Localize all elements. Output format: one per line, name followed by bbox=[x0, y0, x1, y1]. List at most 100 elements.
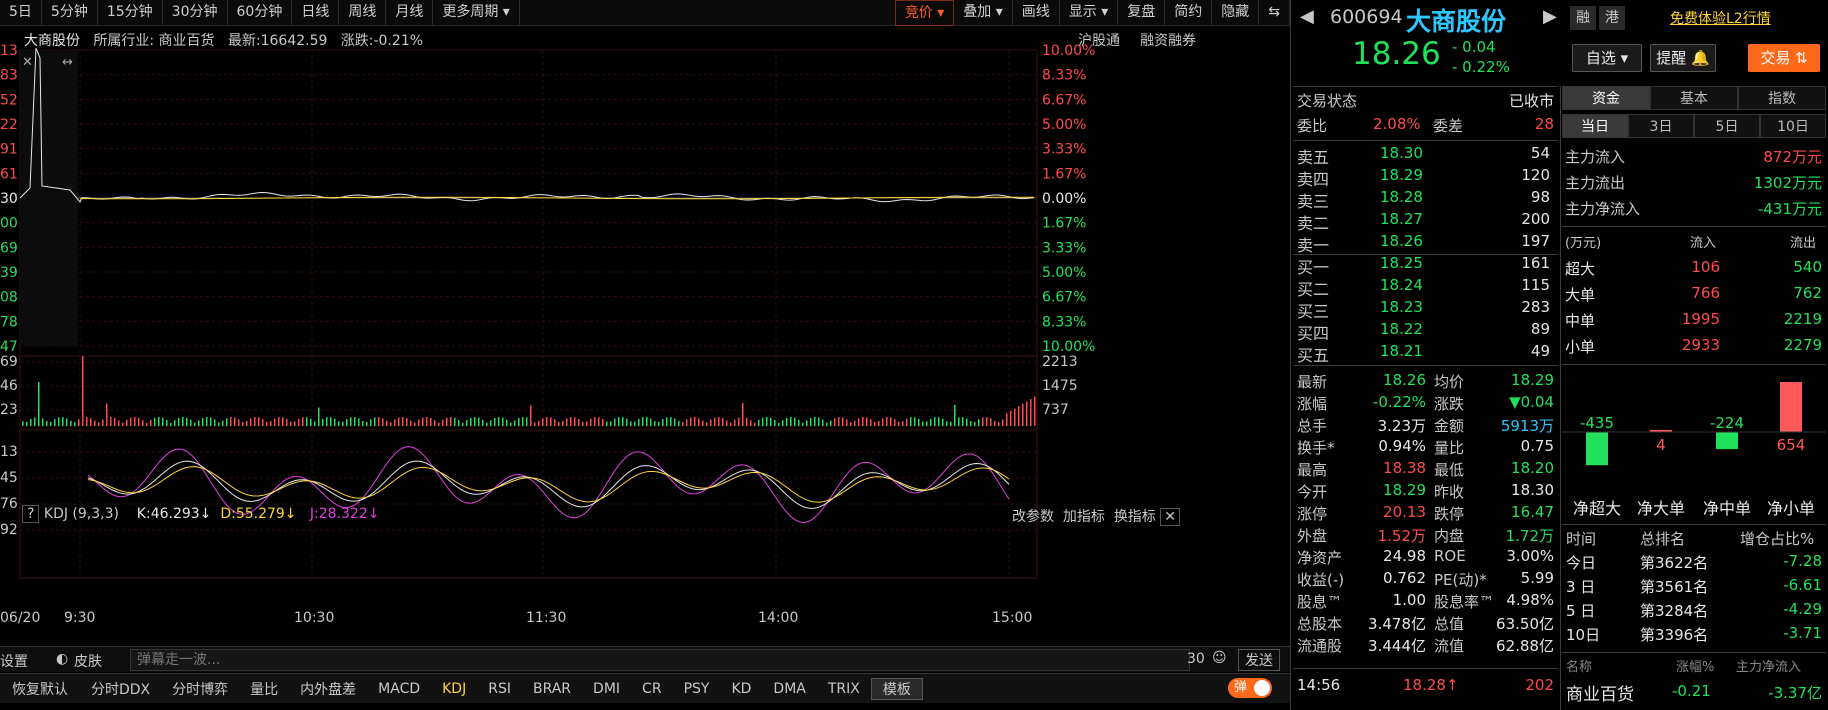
tab-index[interactable]: 指数 bbox=[1738, 86, 1826, 110]
change-params-link[interactable]: 改参数 bbox=[1012, 509, 1054, 525]
flow-value: 1302万元 bbox=[1753, 174, 1822, 192]
tab-3day[interactable]: 3日 bbox=[1628, 114, 1694, 138]
indicator-tab-3[interactable]: 量比 bbox=[239, 679, 289, 699]
indicator-tab-13[interactable]: DMA bbox=[762, 681, 816, 697]
period-month[interactable]: 月线 bbox=[386, 0, 434, 26]
expand-icon[interactable]: ⇆ bbox=[1259, 0, 1290, 26]
prev-stock-icon[interactable]: ◀ bbox=[1300, 6, 1314, 27]
wb-value: 2.08% bbox=[1373, 115, 1421, 133]
volume-bar bbox=[574, 417, 576, 426]
book-label: 卖三 bbox=[1297, 192, 1330, 211]
volume-bar bbox=[130, 417, 132, 426]
resize-icon[interactable]: ↔ bbox=[62, 55, 73, 70]
indicator-tab-11[interactable]: PSY bbox=[673, 681, 721, 697]
settings-link[interactable]: 设置 bbox=[0, 651, 28, 671]
emoji-icon[interactable]: ☺ bbox=[1212, 650, 1227, 666]
period-more[interactable]: 更多周期 ▾ bbox=[433, 0, 520, 26]
indicator-tab-9[interactable]: DMI bbox=[582, 681, 631, 697]
period-15min[interactable]: 15分钟 bbox=[98, 0, 163, 26]
skin-link[interactable]: 皮肤 bbox=[74, 651, 102, 671]
volume-bar bbox=[722, 418, 724, 426]
right-axis-tick: 1.67% bbox=[1042, 166, 1086, 182]
tab-funds[interactable]: 资金 bbox=[1562, 86, 1650, 110]
volume-bar bbox=[462, 422, 464, 426]
period-5day[interactable]: 5日 bbox=[0, 0, 42, 26]
volume-bar bbox=[834, 418, 836, 426]
indicator-tab-10[interactable]: CR bbox=[631, 681, 673, 697]
time-axis-tick: 11:30 bbox=[526, 610, 566, 626]
book-price: 18.27 bbox=[1380, 210, 1423, 228]
book-label: 卖一 bbox=[1297, 236, 1330, 255]
close-icon[interactable]: ✕ bbox=[22, 55, 33, 70]
volume-bar bbox=[394, 419, 396, 426]
indicator-tab-5[interactable]: MACD bbox=[367, 681, 431, 697]
margin-tag[interactable]: 融 bbox=[1570, 6, 1596, 30]
rank-head: 时间 bbox=[1566, 530, 1597, 548]
indicator-tab-4[interactable]: 内外盘差 bbox=[289, 679, 367, 699]
stat-label: 最低 bbox=[1434, 461, 1465, 479]
simple-button[interactable]: 简约 bbox=[1165, 0, 1213, 26]
alert-button[interactable]: 提醒 🔔 bbox=[1650, 44, 1716, 72]
volume-bar bbox=[670, 417, 672, 426]
volume-bar bbox=[202, 418, 204, 426]
price-pct: - 0.22% bbox=[1452, 58, 1510, 76]
period-5min[interactable]: 5分钟 bbox=[42, 0, 98, 26]
hk-tag[interactable]: 港 bbox=[1599, 6, 1625, 30]
indicator-tab-0[interactable]: 恢复默认 bbox=[0, 679, 80, 699]
send-button[interactable]: 发送 bbox=[1238, 649, 1280, 671]
watchlist-button[interactable]: 自选 ▾ bbox=[1572, 44, 1642, 72]
comment-input[interactable] bbox=[130, 649, 1190, 671]
volume-bar bbox=[1018, 406, 1020, 426]
indicator-tab-12[interactable]: KD bbox=[720, 681, 762, 697]
volume-bar bbox=[494, 417, 496, 426]
rank-ratio: -6.61 bbox=[1783, 576, 1822, 594]
indicator-tab-1[interactable]: 分时DDX bbox=[80, 679, 161, 699]
volume-bar bbox=[918, 418, 920, 426]
volume-bar bbox=[782, 420, 784, 426]
tick-time: 14:56 bbox=[1297, 676, 1341, 694]
trade-button[interactable]: 交易 ⇅ bbox=[1748, 44, 1820, 72]
period-60min[interactable]: 60分钟 bbox=[228, 0, 293, 26]
volume-bar bbox=[194, 422, 196, 426]
period-week[interactable]: 周线 bbox=[339, 0, 387, 26]
indicator-tab-7[interactable]: RSI bbox=[477, 681, 522, 697]
indicator-tab-6[interactable]: KDJ bbox=[431, 681, 477, 697]
skin-icon[interactable]: ◐ bbox=[56, 651, 68, 667]
intraday-chart[interactable]: 10.00% 13 8.33% 83 6.67% 52 5.00% 22 3.33% 91 1.67… bbox=[0, 26, 1290, 626]
volume-axis-left-tick: 23 bbox=[0, 402, 18, 418]
close-icon[interactable]: ✕ bbox=[1160, 508, 1180, 526]
volume-bar bbox=[846, 419, 848, 426]
indicator-tab-15[interactable]: 模板 bbox=[870, 677, 923, 700]
hide-button[interactable]: 隐藏 bbox=[1212, 0, 1260, 26]
book-price: 18.25 bbox=[1380, 254, 1423, 272]
period-30min[interactable]: 30分钟 bbox=[163, 0, 228, 26]
add-indicator-link[interactable]: 加指标 bbox=[1063, 509, 1105, 525]
indicator-tab-2[interactable]: 分时博弈 bbox=[161, 679, 239, 699]
replay-button[interactable]: 复盘 bbox=[1118, 0, 1166, 26]
overlay-button[interactable]: 叠加 ▾ bbox=[954, 0, 1013, 26]
stat-label: 涨停 bbox=[1297, 505, 1328, 523]
tab-today[interactable]: 当日 bbox=[1562, 114, 1628, 138]
auction-button[interactable]: 竞价 ▾ bbox=[894, 0, 955, 26]
l2-trial-link[interactable]: 免费体验L2行情 bbox=[1670, 8, 1771, 28]
indicator-tab-8[interactable]: BRAR bbox=[522, 681, 582, 697]
volume-bar bbox=[102, 419, 104, 426]
indicator-tab-14[interactable]: TRIX bbox=[817, 681, 871, 697]
help-icon[interactable]: ? bbox=[22, 505, 40, 523]
switch-indicator-link[interactable]: 换指标 bbox=[1114, 509, 1156, 525]
period-day[interactable]: 日线 bbox=[292, 0, 340, 26]
tab-10day[interactable]: 10日 bbox=[1760, 114, 1826, 138]
tab-basic[interactable]: 基本 bbox=[1650, 86, 1738, 110]
display-button[interactable]: 显示 ▾ bbox=[1060, 0, 1119, 26]
volume-bar bbox=[342, 421, 344, 426]
draw-button[interactable]: 画线 bbox=[1013, 0, 1060, 26]
next-stock-icon[interactable]: ▶ bbox=[1543, 6, 1557, 27]
volume-bar bbox=[790, 417, 792, 426]
volume-bar bbox=[474, 417, 476, 426]
wb-label: 委比 bbox=[1297, 117, 1328, 135]
danmaku-toggle[interactable]: 弹 bbox=[1228, 678, 1272, 698]
tick-price: 18.28↑ bbox=[1403, 676, 1459, 694]
volume-bar bbox=[850, 422, 852, 426]
volume-bar bbox=[198, 420, 200, 426]
tab-5day[interactable]: 5日 bbox=[1694, 114, 1760, 138]
